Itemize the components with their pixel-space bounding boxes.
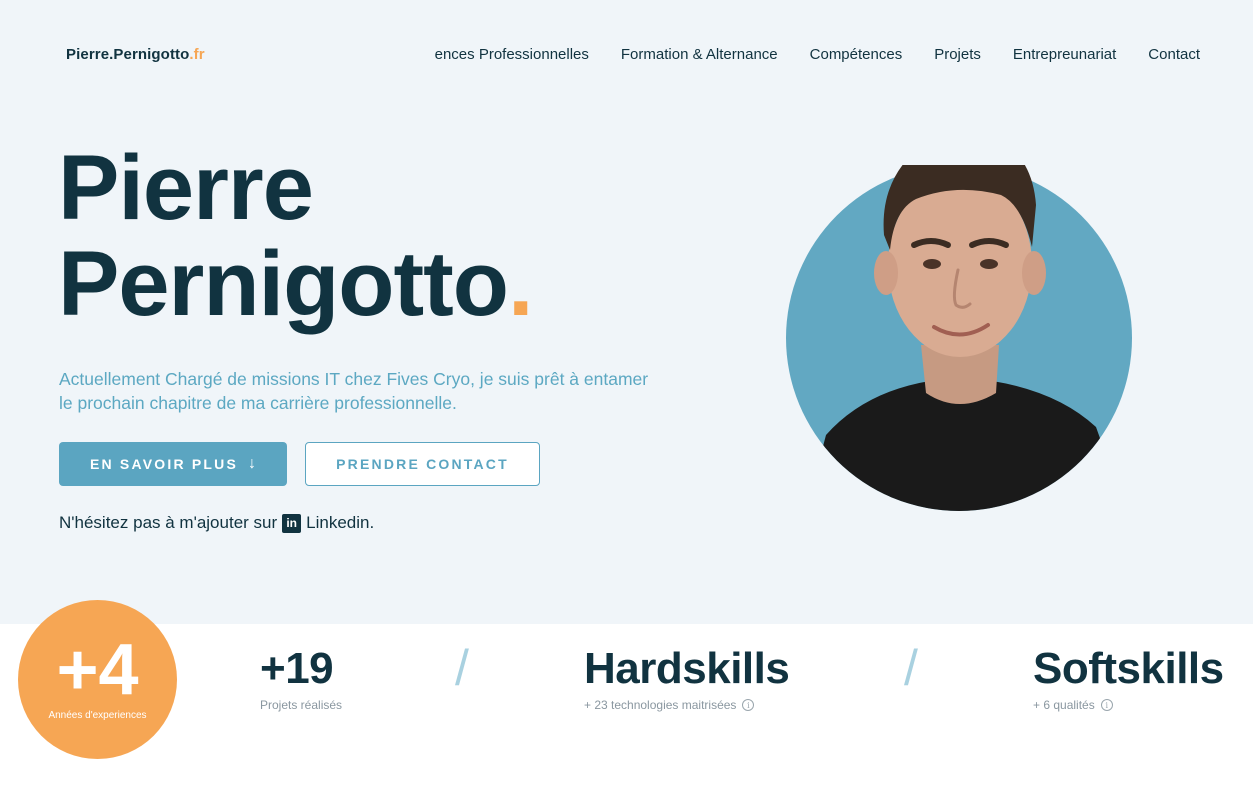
hardskills-title: Hardskills bbox=[584, 644, 790, 693]
name-first: Pierre bbox=[58, 137, 314, 239]
main-nav: ences Professionnelles Formation & Alter… bbox=[435, 46, 1200, 63]
contact-button-label: PRENDRE CONTACT bbox=[336, 456, 509, 472]
linkedin-prefix: N'hésitez pas à m'ajouter sur bbox=[59, 513, 278, 532]
linkedin-link[interactable]: Linkedin. bbox=[306, 513, 374, 533]
projects-count: +19 bbox=[260, 644, 334, 693]
hardskills-label-text: + 23 technologies maitrisées bbox=[584, 698, 737, 712]
linkedin-line: N'hésitez pas à m'ajouter sur in Linkedi… bbox=[59, 513, 374, 533]
projects-label: Projets réalisés bbox=[260, 698, 342, 712]
logo-name: Pierre.Pernigotto bbox=[66, 46, 190, 63]
hero-name: Pierre Pernigotto. bbox=[58, 137, 534, 335]
nav-experiences[interactable]: ences Professionnelles bbox=[435, 46, 589, 63]
softskills-label: + 6 qualités i bbox=[1033, 698, 1113, 712]
nav-entrepreunariat[interactable]: Entrepreunariat bbox=[1013, 46, 1116, 63]
experience-badge: +4 Années d'experiences bbox=[18, 600, 177, 759]
hero-tagline: Actuellement Chargé de missions IT chez … bbox=[59, 369, 649, 413]
hardskills-label: + 23 technologies maitrisées i bbox=[584, 698, 755, 712]
experience-label: Années d'experiences bbox=[48, 710, 147, 721]
profile-photo-illustration bbox=[786, 125, 1132, 511]
name-dot: . bbox=[507, 233, 534, 335]
projects-label-text: Projets réalisés bbox=[260, 698, 343, 712]
nav-contact[interactable]: Contact bbox=[1148, 46, 1200, 63]
arrow-down-icon: ↓ bbox=[248, 455, 256, 472]
softskills-label-text: + 6 qualités bbox=[1033, 698, 1095, 712]
learn-more-button[interactable]: EN SAVOIR PLUS ↓ bbox=[59, 442, 287, 486]
experience-years: +4 bbox=[56, 630, 139, 710]
nav-formation[interactable]: Formation & Alternance bbox=[621, 46, 778, 63]
learn-more-label: EN SAVOIR PLUS bbox=[89, 456, 238, 472]
info-icon[interactable]: i bbox=[742, 699, 755, 711]
softskills-title: Softskills bbox=[1033, 644, 1224, 693]
nav-competences[interactable]: Compétences bbox=[810, 46, 903, 63]
linkedin-icon[interactable]: in bbox=[282, 513, 302, 533]
name-last: Pernigotto bbox=[58, 233, 509, 335]
stats-separator: / bbox=[904, 640, 918, 696]
logo-tld: .fr bbox=[189, 46, 205, 63]
nav-projets[interactable]: Projets bbox=[934, 46, 981, 63]
profile-photo bbox=[786, 125, 1132, 511]
stats-separator: / bbox=[455, 640, 469, 696]
contact-button[interactable]: PRENDRE CONTACT bbox=[305, 442, 540, 486]
site-logo[interactable]: Pierre.Pernigotto.fr bbox=[66, 46, 205, 63]
info-icon[interactable]: i bbox=[1100, 699, 1113, 711]
